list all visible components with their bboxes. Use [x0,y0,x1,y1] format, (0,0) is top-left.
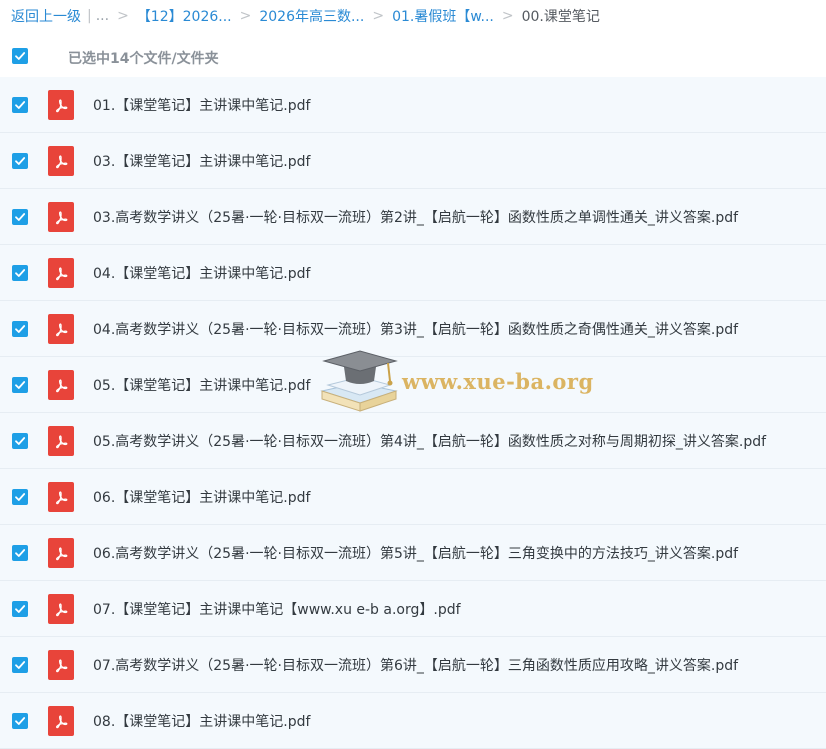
pdf-glyph [56,379,68,393]
file-row[interactable]: 03.高考数学讲义（25暑·一轮·目标双一流班）第2讲_【启航一轮】函数性质之单… [0,189,826,245]
file-checkbox[interactable] [12,713,28,729]
checkmark-icon [15,661,26,669]
pdf-file-icon [48,90,74,120]
checkmark-icon [15,157,26,165]
file-name[interactable]: 05.高考数学讲义（25暑·一轮·目标双一流班）第4讲_【启航一轮】函数性质之对… [93,431,766,451]
file-row[interactable]: 03.【课堂笔记】主讲课中笔记.pdf [0,133,826,189]
checkmark-icon [15,605,26,613]
file-name[interactable]: 06.高考数学讲义（25暑·一轮·目标双一流班）第5讲_【启航一轮】三角变换中的… [93,543,738,563]
pdf-file-icon [48,538,74,568]
file-row[interactable]: 01.【课堂笔记】主讲课中笔记.pdf [0,77,826,133]
pdf-file-icon [48,594,74,624]
file-row[interactable]: 05.高考数学讲义（25暑·一轮·目标双一流班）第4讲_【启航一轮】函数性质之对… [0,413,826,469]
file-row[interactable]: 04.【课堂笔记】主讲课中笔记.pdf [0,245,826,301]
checkmark-icon [15,325,26,333]
breadcrumb-item-3[interactable]: 01.暑假班【w... [392,6,494,26]
breadcrumb-current: 00.课堂笔记 [521,9,600,25]
file-list: 01.【课堂笔记】主讲课中笔记.pdf 03.【课堂笔记】主讲课中笔记.pdf 03… [0,77,826,749]
pdf-glyph [56,267,68,281]
pdf-glyph [56,99,68,113]
breadcrumb-separator-icon: > [372,8,385,24]
pdf-file-icon [48,314,74,344]
breadcrumb: 返回上一级 | ... > 【12】2026... > 2026年高三数... … [0,0,826,32]
checkmark-icon [15,52,26,60]
file-name[interactable]: 03.【课堂笔记】主讲课中笔记.pdf [93,151,310,171]
pdf-glyph [56,603,68,617]
breadcrumb-item-1[interactable]: 【12】2026... [137,6,232,26]
pdf-file-icon [48,146,74,176]
file-row[interactable]: 07.【课堂笔记】主讲课中笔记【www.xu e-b a.org】.pdf [0,581,826,637]
file-checkbox[interactable] [12,321,28,337]
file-name[interactable]: 07.【课堂笔记】主讲课中笔记【www.xu e-b a.org】.pdf [93,599,461,619]
file-checkbox[interactable] [12,489,28,505]
pdf-glyph [56,715,68,729]
pdf-glyph [56,491,68,505]
checkmark-icon [15,101,26,109]
pdf-file-icon [48,258,74,288]
breadcrumb-ellipsis[interactable]: ... [96,8,109,24]
checkmark-icon [15,381,26,389]
checkmark-icon [15,269,26,277]
file-checkbox[interactable] [12,153,28,169]
selection-bar: 已选中14个文件/文件夹 [0,40,826,74]
file-checkbox[interactable] [12,601,28,617]
breadcrumb-item-2[interactable]: 2026年高三数... [259,6,364,26]
pdf-glyph [56,211,68,225]
checkmark-icon [15,717,26,725]
file-name[interactable]: 03.高考数学讲义（25暑·一轮·目标双一流班）第2讲_【启航一轮】函数性质之单… [93,207,738,227]
file-row[interactable]: 07.高考数学讲义（25暑·一轮·目标双一流班）第6讲_【启航一轮】三角函数性质… [0,637,826,693]
file-row[interactable]: 06.【课堂笔记】主讲课中笔记.pdf [0,469,826,525]
file-name[interactable]: 04.【课堂笔记】主讲课中笔记.pdf [93,263,310,283]
file-name[interactable]: 01.【课堂笔记】主讲课中笔记.pdf [93,95,310,115]
select-all-checkbox[interactable] [12,48,28,64]
checkmark-icon [15,549,26,557]
file-row[interactable]: 04.高考数学讲义（25暑·一轮·目标双一流班）第3讲_【启航一轮】函数性质之奇… [0,301,826,357]
breadcrumb-separator-icon: > [117,8,129,24]
file-checkbox[interactable] [12,433,28,449]
file-checkbox[interactable] [12,209,28,225]
file-name[interactable]: 05.【课堂笔记】主讲课中笔记.pdf [93,375,310,395]
pdf-file-icon [48,370,74,400]
breadcrumb-divider: | [87,8,92,24]
file-checkbox[interactable] [12,657,28,673]
checkmark-icon [15,493,26,501]
breadcrumb-separator-icon: > [501,8,514,24]
selection-count: 已选中14个文件/文件夹 [68,51,219,67]
pdf-glyph [56,323,68,337]
pdf-file-icon [48,482,74,512]
pdf-glyph [56,435,68,449]
file-checkbox[interactable] [12,265,28,281]
file-checkbox[interactable] [12,377,28,393]
pdf-file-icon [48,202,74,232]
pdf-glyph [56,155,68,169]
pdf-glyph [56,659,68,673]
file-name[interactable]: 04.高考数学讲义（25暑·一轮·目标双一流班）第3讲_【启航一轮】函数性质之奇… [93,319,738,339]
file-name[interactable]: 07.高考数学讲义（25暑·一轮·目标双一流班）第6讲_【启航一轮】三角函数性质… [93,655,738,675]
file-name[interactable]: 06.【课堂笔记】主讲课中笔记.pdf [93,487,310,507]
file-row[interactable]: 05.【课堂笔记】主讲课中笔记.pdf [0,357,826,413]
pdf-file-icon [48,426,74,456]
file-name[interactable]: 08.【课堂笔记】主讲课中笔记.pdf [93,711,310,731]
file-checkbox[interactable] [12,545,28,561]
checkmark-icon [15,213,26,221]
file-checkbox[interactable] [12,97,28,113]
file-row[interactable]: 08.【课堂笔记】主讲课中笔记.pdf [0,693,826,749]
pdf-glyph [56,547,68,561]
pdf-file-icon [48,650,74,680]
back-link[interactable]: 返回上一级 [11,6,81,26]
pdf-file-icon [48,706,74,736]
file-row[interactable]: 06.高考数学讲义（25暑·一轮·目标双一流班）第5讲_【启航一轮】三角变换中的… [0,525,826,581]
breadcrumb-separator-icon: > [239,8,252,24]
checkmark-icon [15,437,26,445]
